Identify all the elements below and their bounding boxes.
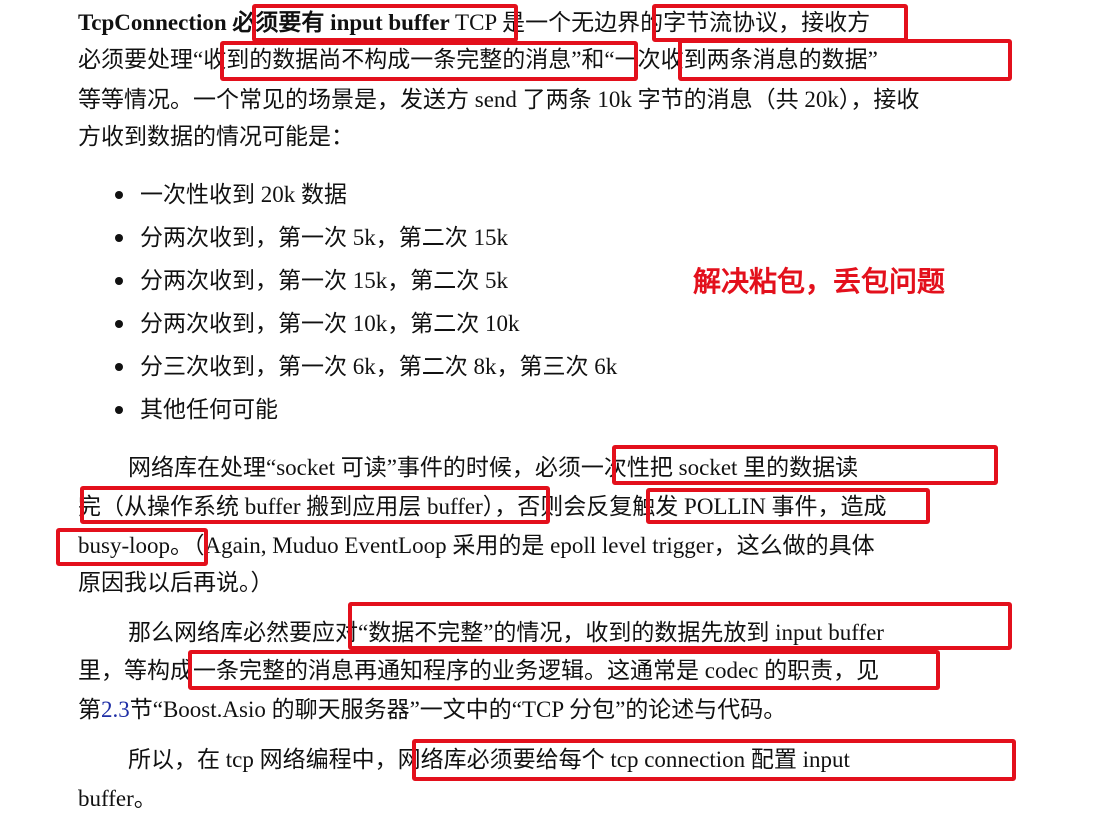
highlight-box xyxy=(252,4,518,42)
highlight-box xyxy=(348,602,1012,650)
list-item: 其他任何可能 xyxy=(140,397,278,422)
bullet-dot xyxy=(115,191,123,199)
bullet-dot xyxy=(115,363,123,371)
highlight-box xyxy=(678,39,1012,81)
paragraph3-line3: 第2.3节“Boost.Asio 的聊天服务器”一文中的“TCP 分包”的论述与… xyxy=(78,695,786,725)
bullet-dot xyxy=(115,406,123,414)
highlight-box xyxy=(188,650,940,690)
highlight-box xyxy=(80,486,550,524)
highlight-box xyxy=(646,488,930,524)
list-item: 分两次收到，第一次 5k，第二次 15k xyxy=(140,225,508,250)
paragraph3-line3-pre: 第 xyxy=(78,697,101,722)
highlight-box xyxy=(652,4,908,42)
annotation-note: 解决粘包，丢包问题 xyxy=(693,265,946,298)
list-item: 分两次收到，第一次 15k，第二次 5k xyxy=(140,268,508,293)
bullet-dot xyxy=(115,320,123,328)
bullet-dot xyxy=(115,234,123,242)
highlight-box xyxy=(220,41,638,81)
paragraph4-line2: buffer。 xyxy=(78,786,157,811)
highlight-box xyxy=(56,528,208,566)
paragraph1-line3: 等等情况。一个常见的场景是，发送方 send 了两条 10k 字节的消息（共 2… xyxy=(78,87,920,112)
list-item: 一次性收到 20k 数据 xyxy=(140,182,347,207)
highlight-box xyxy=(412,739,1016,781)
bullet-dot xyxy=(115,277,123,285)
list-item: 分三次收到，第一次 6k，第二次 8k，第三次 6k xyxy=(140,354,618,379)
paragraph2-line4: 原因我以后再说。） xyxy=(78,570,274,595)
list-item: 分两次收到，第一次 10k，第二次 10k xyxy=(140,311,520,336)
paragraph1-line4: 方收到数据的情况可能是： xyxy=(78,124,354,149)
highlight-box xyxy=(612,445,998,485)
section-link[interactable]: 2.3 xyxy=(101,697,130,722)
paragraph3-line3-post: 节“Boost.Asio 的聊天服务器”一文中的“TCP 分包”的论述与代码。 xyxy=(129,697,787,722)
